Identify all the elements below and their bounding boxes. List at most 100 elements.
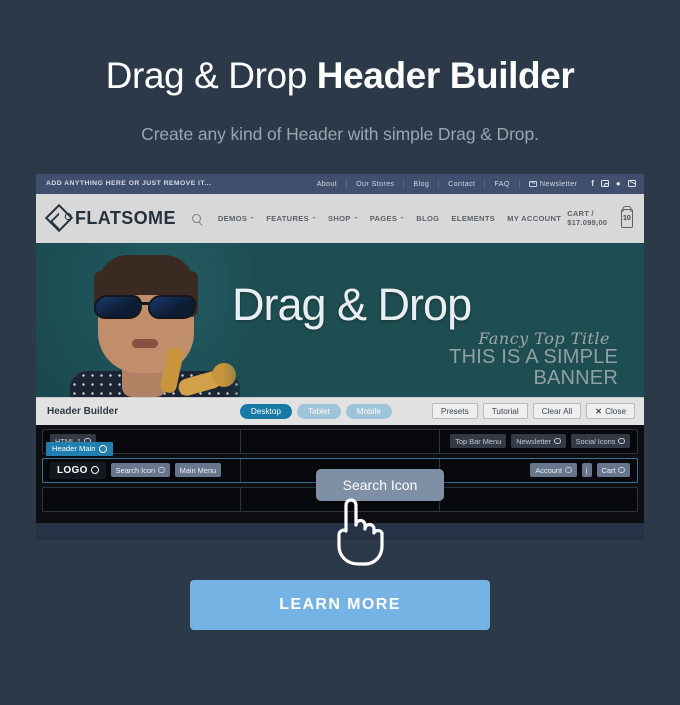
chip-label: LOGO [57, 464, 88, 476]
page-title-light: Drag & Drop [105, 55, 317, 96]
close-icon: ✕ [595, 407, 603, 417]
product-screenshot: ADD ANYTHING HERE OR JUST REMOVE IT... A… [36, 173, 644, 566]
search-icon[interactable] [191, 213, 201, 223]
presets-button[interactable]: Presets [431, 403, 478, 420]
gear-icon[interactable] [99, 444, 108, 453]
builder-chip-cart[interactable]: Cart [596, 463, 630, 478]
header-main-tab[interactable]: Header Main [46, 441, 114, 456]
clear-all-button[interactable]: Clear All [532, 403, 582, 420]
nav-label: PAGES [369, 213, 398, 223]
nav-label: DEMOS [217, 213, 248, 223]
header-builder-toolbar: Header Builder Desktop Tablet Mobile Pre… [36, 396, 644, 425]
page-title: Drag & Drop Header Builder [0, 55, 680, 97]
nav-item-shop[interactable]: SHOP [322, 214, 364, 223]
site-main-nav: FLATSOME DEMOS FEATURES SHOP PAGES BLOG … [36, 193, 644, 243]
nav-item-blog[interactable]: BLOG [410, 214, 445, 223]
top-bar-message: ADD ANYTHING HERE OR JUST REMOVE IT... [46, 180, 212, 188]
chip-label: Main Menu [179, 465, 217, 475]
builder-chip-newsletter[interactable]: Newsletter [511, 434, 566, 449]
gear-icon[interactable] [554, 437, 561, 445]
site-banner: Drag & Drop Fancy Top Title THIS IS A SI… [36, 242, 644, 397]
builder-chip-top-bar-menu[interactable]: Top Bar Menu [450, 434, 507, 449]
flatsome-logo-icon [44, 204, 74, 233]
top-bar-links: About Our Stores Blog Contact FAQ Newsle… [308, 178, 636, 189]
chevron-down-icon [353, 217, 358, 220]
builder-row[interactable]: HTML 1 Top Bar Menu Newsletter Social Ic… [42, 428, 638, 454]
builder-chip-social-icons[interactable]: Social Icons [570, 434, 630, 449]
builder-chip-search-icon[interactable]: Search Icon [110, 463, 170, 478]
facebook-icon[interactable]: f [591, 179, 594, 188]
instagram-icon[interactable] [601, 179, 609, 188]
device-switcher: Desktop Tablet Mobile [239, 403, 392, 419]
chip-label: Search Icon [115, 465, 156, 475]
builder-chip-logo[interactable]: LOGO [50, 461, 106, 479]
tutorial-button[interactable]: Tutorial [482, 403, 528, 420]
builder-chip-account[interactable]: Account [530, 463, 577, 478]
nav-item-my-account[interactable]: MY ACCOUNT [501, 214, 567, 223]
hero-section: Drag & Drop Header Builder Create any ki… [0, 0, 680, 145]
builder-cell-right[interactable]: Account | Cart [440, 459, 637, 482]
site-logo[interactable]: FLATSOME [44, 204, 176, 233]
envelope-icon [528, 180, 537, 187]
chevron-down-icon [400, 217, 405, 220]
builder-cell-center[interactable] [241, 429, 440, 453]
nav-item-elements[interactable]: ELEMENTS [445, 214, 501, 223]
banner-subtitle: THIS IS A SIMPLE BANNER [449, 345, 618, 389]
chip-label: Newsletter [516, 436, 552, 446]
builder-cell-left[interactable]: LOGO Search Icon Main Menu [43, 458, 242, 482]
nav-item-features[interactable]: FEATURES [260, 214, 322, 223]
chevron-down-icon [250, 217, 255, 220]
gear-icon[interactable] [565, 466, 572, 474]
builder-chip-main-menu[interactable]: Main Menu [174, 463, 222, 478]
banner-fancy-title: Fancy Top Title [478, 328, 610, 348]
nav-label: SHOP [327, 213, 351, 223]
learn-more-button[interactable]: LEARN MORE [190, 579, 490, 630]
nav-label: FEATURES [266, 213, 309, 223]
gear-icon[interactable] [90, 466, 99, 475]
header-builder-title: Header Builder [47, 405, 119, 417]
top-bar-link-our-stores[interactable]: Our Stores [347, 178, 405, 189]
builder-actions: Presets Tutorial Clear All ✕ Close [431, 403, 635, 420]
builder-cell-right[interactable] [440, 488, 637, 511]
twitter-icon[interactable]: ● [616, 179, 621, 188]
sunglasses-icon [92, 294, 202, 319]
top-bar-link-blog[interactable]: Blog [404, 178, 440, 189]
device-tablet-button[interactable]: Tablet [296, 403, 341, 419]
chip-label: Cart [601, 465, 616, 475]
cta-section: LEARN MORE [0, 579, 680, 630]
site-logo-text: FLATSOME [75, 207, 176, 228]
header-builder-grid: HTML 1 Top Bar Menu Newsletter Social Ic… [36, 424, 644, 566]
close-button[interactable]: ✕ Close [586, 403, 635, 420]
gear-icon[interactable] [158, 466, 165, 474]
chevron-down-icon [311, 217, 316, 220]
email-icon[interactable] [628, 180, 636, 188]
gear-icon[interactable] [618, 437, 625, 445]
chip-label: Top Bar Menu [455, 436, 502, 446]
pointing-hand-cursor [337, 498, 384, 566]
builder-chip-divider[interactable]: | [581, 463, 592, 478]
chip-label: Social Icons [575, 436, 616, 446]
chip-label: Account [535, 465, 563, 475]
cart-icon[interactable]: 10 [620, 208, 633, 228]
builder-cell-right[interactable]: Top Bar Menu Newsletter Social Icons [440, 430, 637, 453]
site-top-bar: ADD ANYTHING HERE OR JUST REMOVE IT... A… [36, 173, 644, 194]
top-bar-link-faq[interactable]: FAQ [485, 178, 520, 189]
social-icons: f ● [586, 179, 636, 188]
cart-total-label: CART / $17.099,00 [567, 209, 608, 228]
top-bar-link-contact[interactable]: Contact [439, 178, 486, 189]
gear-icon[interactable] [618, 466, 625, 474]
device-mobile-button[interactable]: Mobile [345, 403, 392, 419]
newsletter-link[interactable]: Newsletter [520, 179, 586, 188]
page-title-bold: Header Builder [316, 55, 575, 96]
nav-item-demos[interactable]: DEMOS [212, 214, 260, 223]
builder-cell-left[interactable] [43, 487, 242, 511]
device-desktop-button[interactable]: Desktop [239, 403, 292, 419]
cart-area[interactable]: CART / $17.099,00 10 [567, 208, 633, 228]
close-label: Close [605, 406, 626, 416]
banner-photo [36, 242, 252, 397]
main-nav-links: DEMOS FEATURES SHOP PAGES BLOG ELEMENTS … [191, 213, 567, 223]
newsletter-label: Newsletter [539, 179, 578, 189]
top-bar-link-about[interactable]: About [308, 178, 348, 189]
nav-item-pages[interactable]: PAGES [364, 214, 411, 223]
header-main-tab-label: Header Main [52, 444, 96, 454]
